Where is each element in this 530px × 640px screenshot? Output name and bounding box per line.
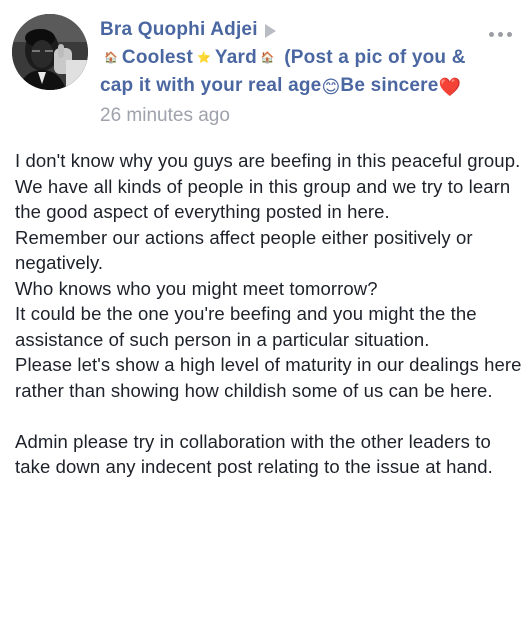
arrow-right-icon	[264, 23, 276, 38]
group-name-part2: Yard	[214, 47, 257, 69]
heart-emoji-icon: ❤️	[438, 77, 462, 98]
more-options-icon[interactable]	[489, 32, 512, 37]
more-dot	[507, 32, 512, 37]
author-name[interactable]: Bra Quophi Adjei	[100, 19, 258, 41]
group-name-part1: Coolest	[121, 47, 193, 69]
post-header: Bra Quophi Adjei 🏠 Coolest ⭐ Yard 🏠 (Post a …	[100, 16, 480, 131]
house-emoji-icon: 🏠	[260, 52, 275, 64]
author-avatar[interactable]	[12, 14, 88, 90]
post-timestamp[interactable]: 26 minutes ago	[100, 101, 480, 131]
author-line: Bra Quophi Adjei	[100, 16, 480, 44]
star-emoji-icon: ⭐	[196, 52, 211, 64]
post-card: Bra Quophi Adjei 🏠 Coolest ⭐ Yard 🏠 (Post a …	[0, 0, 530, 640]
avatar-image	[12, 14, 88, 90]
group-description-part2: Be sincere	[340, 75, 439, 97]
more-dot	[498, 32, 503, 37]
group-link[interactable]: 🏠 Coolest ⭐ Yard 🏠 (Post a pic of you & cap …	[100, 44, 480, 100]
smile-emoji-icon: 😊	[321, 77, 341, 98]
house-emoji-icon: 🏠	[104, 52, 118, 64]
post-body: I don't know why you guys are beefing in…	[15, 150, 522, 477]
more-dot	[489, 32, 494, 37]
